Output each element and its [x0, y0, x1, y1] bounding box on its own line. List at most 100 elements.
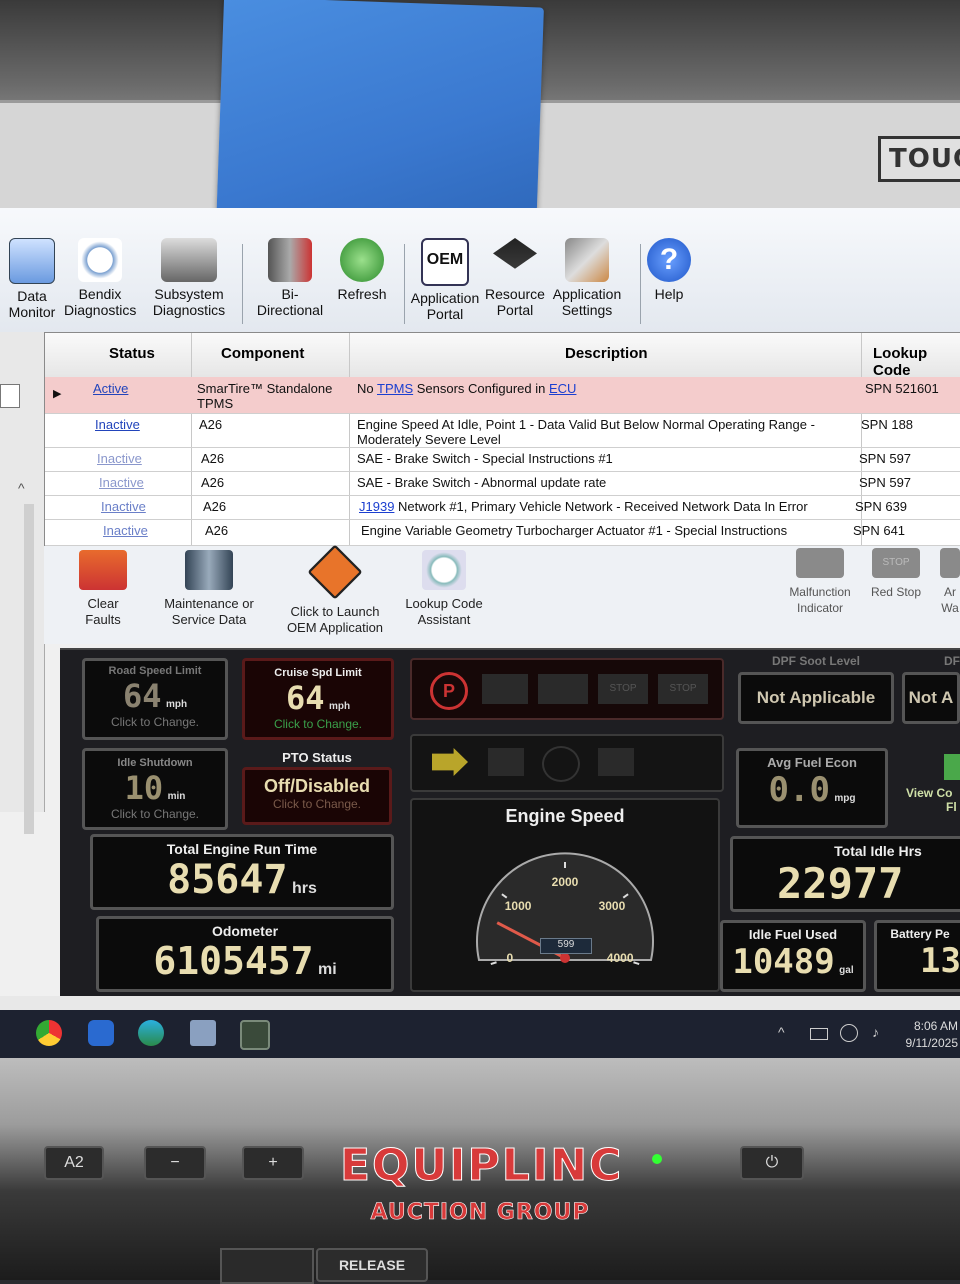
left-nav-panel: ^ — [0, 332, 45, 834]
magnifier-waveform-icon — [78, 238, 122, 282]
lock-slider[interactable] — [220, 1248, 314, 1284]
scroll-up-icon[interactable]: ^ — [18, 480, 25, 496]
action-label: Clear — [87, 596, 119, 611]
stop-lamp-icon: STOP — [598, 674, 648, 704]
fault-status-link[interactable]: Active — [93, 381, 128, 396]
table-row[interactable]: ▶ Active SmarTire™ Standalone TPMS No TP… — [45, 377, 960, 414]
column-status[interactable]: Status — [109, 345, 155, 362]
edge-icon[interactable] — [138, 1020, 164, 1046]
gauge-tick — [490, 961, 497, 966]
column-component[interactable]: Component — [221, 345, 304, 362]
stop-icon: STOP — [872, 548, 920, 578]
panel-title: Idle Shutdown — [117, 757, 193, 769]
toolbar-data-monitor-button[interactable]: Data Monitor — [6, 238, 58, 320]
amber-warning-icon — [940, 548, 960, 578]
a2-button[interactable]: A2 — [44, 1146, 104, 1180]
action-label: Lookup Code — [405, 596, 483, 611]
volume-icon[interactable]: ♪ — [872, 1024, 879, 1040]
battery-icon[interactable] — [810, 1028, 828, 1040]
check-engine-icon — [482, 674, 528, 704]
unit-label: min — [167, 791, 186, 802]
diagnostic-app-icon[interactable] — [240, 1020, 270, 1050]
table-row[interactable]: Inactive A26 SAE - Brake Switch - Abnorm… — [45, 471, 960, 496]
toolbar-application-portal-button[interactable]: OEM Application Portal — [410, 238, 480, 322]
toolbar-label: Settings — [561, 302, 613, 318]
clear-faults-button[interactable]: Clear Faults — [68, 550, 138, 628]
toolbar-label: Data — [17, 288, 47, 304]
toolbar-help-button[interactable]: ? Help — [646, 238, 692, 302]
idle-shutdown-panel[interactable]: Idle Shutdown 10 min Click to Change. — [82, 748, 228, 830]
toolbar-subsystem-diagnostics-button[interactable]: Subsystem Diagnostics — [150, 238, 228, 318]
pto-status-panel[interactable]: PTO Status Off/Disabled Click to Change. — [242, 750, 392, 825]
toolbar-application-settings-button[interactable]: Application Settings — [552, 238, 622, 318]
fault-status-link[interactable]: Inactive — [101, 499, 146, 514]
tpms-link[interactable]: TPMS — [377, 381, 413, 396]
left-panel-field[interactable] — [0, 384, 20, 408]
column-lookup-code[interactable]: Lookup Code — [873, 345, 960, 379]
book-icon — [185, 550, 233, 590]
avg-fuel-econ-panel: Avg Fuel Econ 0.0 mpg — [736, 748, 888, 828]
view-consumption-button[interactable]: View Co Fl — [900, 750, 960, 822]
clear-faults-icon — [79, 550, 127, 590]
tray-chevron-icon[interactable]: ^ — [778, 1024, 785, 1040]
data-monitor-icon — [9, 238, 55, 284]
toolbar-label: Application — [552, 286, 622, 302]
table-row[interactable]: Inactive A26 Engine Speed At Idle, Point… — [45, 413, 960, 448]
left-scrollbar[interactable] — [24, 504, 34, 834]
action-label: Click to Launch — [290, 604, 380, 619]
toolbar-label: Diagnostics — [64, 302, 137, 318]
maintenance-service-data-button[interactable]: Maintenance or Service Data — [156, 550, 262, 628]
blue-tape — [216, 0, 544, 238]
network-globe-icon[interactable] — [840, 1024, 858, 1042]
retarder-icon — [488, 748, 524, 776]
toolbar-label: Help — [654, 286, 684, 302]
gauge-hub — [560, 953, 570, 963]
lookup-code-assistant-button[interactable]: Lookup Code Assistant — [396, 550, 492, 628]
fault-status-link[interactable]: Inactive — [95, 417, 140, 432]
panel-title: DF — [944, 654, 960, 668]
toolbar-bendix-diagnostics-button[interactable]: Bendix Diagnostics — [64, 238, 136, 318]
release-latch[interactable]: RELEASE — [316, 1248, 428, 1282]
cruise-speed-limit-panel[interactable]: Cruise Spd Limit 64 mph Click to Change. — [242, 658, 394, 740]
action-label: OEM Application — [286, 620, 384, 635]
ecu-link[interactable]: ECU — [549, 381, 576, 396]
fault-component: A26 — [201, 475, 225, 490]
fault-lookup-code: SPN 639 — [855, 499, 908, 514]
j1939-link[interactable]: J1939 — [359, 499, 394, 514]
brightness-up-button[interactable]: + — [242, 1146, 304, 1180]
table-row[interactable]: Inactive A26 Engine Variable Geometry Tu… — [45, 519, 960, 546]
fault-status-link[interactable]: Inactive — [97, 451, 142, 466]
lookup-magnifier-icon — [422, 550, 466, 590]
app-window-icon[interactable] — [190, 1020, 216, 1046]
chrome-icon[interactable] — [36, 1020, 62, 1046]
toolbar-bi-directional-button[interactable]: Bi-Directional — [250, 238, 330, 318]
toolbar-label: Refresh — [337, 286, 387, 302]
table-row[interactable]: Inactive A26 SAE - Brake Switch - Specia… — [45, 447, 960, 472]
fault-component: A26 — [199, 417, 223, 432]
road-speed-limit-panel[interactable]: Road Speed Limit 64 mph Click to Change. — [82, 658, 228, 740]
idle-fuel-value: 10489 — [732, 942, 835, 982]
fault-status-link[interactable]: Inactive — [99, 475, 144, 490]
fault-component: A26 — [205, 523, 229, 538]
outlook-icon[interactable] — [88, 1020, 114, 1046]
toolbar-refresh-button[interactable]: Refresh — [336, 238, 388, 302]
rpm-readout: 599 — [540, 938, 592, 954]
fault-description: Engine Speed At Idle, Point 1 - Data Val… — [357, 417, 815, 447]
fault-status-link[interactable]: Inactive — [103, 523, 148, 538]
table-row[interactable]: Inactive A26 J1939 Network #1, Primary V… — [45, 495, 960, 520]
column-description[interactable]: Description — [565, 345, 648, 362]
connector-icon — [268, 238, 312, 282]
regen-icon — [432, 748, 468, 776]
run-time-value: 85647 — [167, 857, 288, 903]
system-clock[interactable]: 8:06 AM 9/11/2025 — [898, 1018, 959, 1052]
launch-oem-application-button[interactable]: Click to Launch OEM Application — [280, 544, 390, 636]
toolbar-resource-portal-button[interactable]: Resource Portal — [484, 238, 546, 318]
battery-value: 13 — [920, 941, 960, 981]
idle-fuel-used-panel: Idle Fuel Used 10489 gal — [720, 920, 866, 992]
toolbar-label: Diagnostics — [152, 302, 226, 318]
fault-lookup-code: SPN 641 — [853, 523, 906, 538]
panel-title: Idle Fuel Used — [748, 927, 838, 942]
parking-brake-icon: P — [430, 672, 468, 710]
brightness-down-button[interactable]: − — [144, 1146, 206, 1180]
power-button[interactable]: ⏻ — [740, 1146, 804, 1180]
